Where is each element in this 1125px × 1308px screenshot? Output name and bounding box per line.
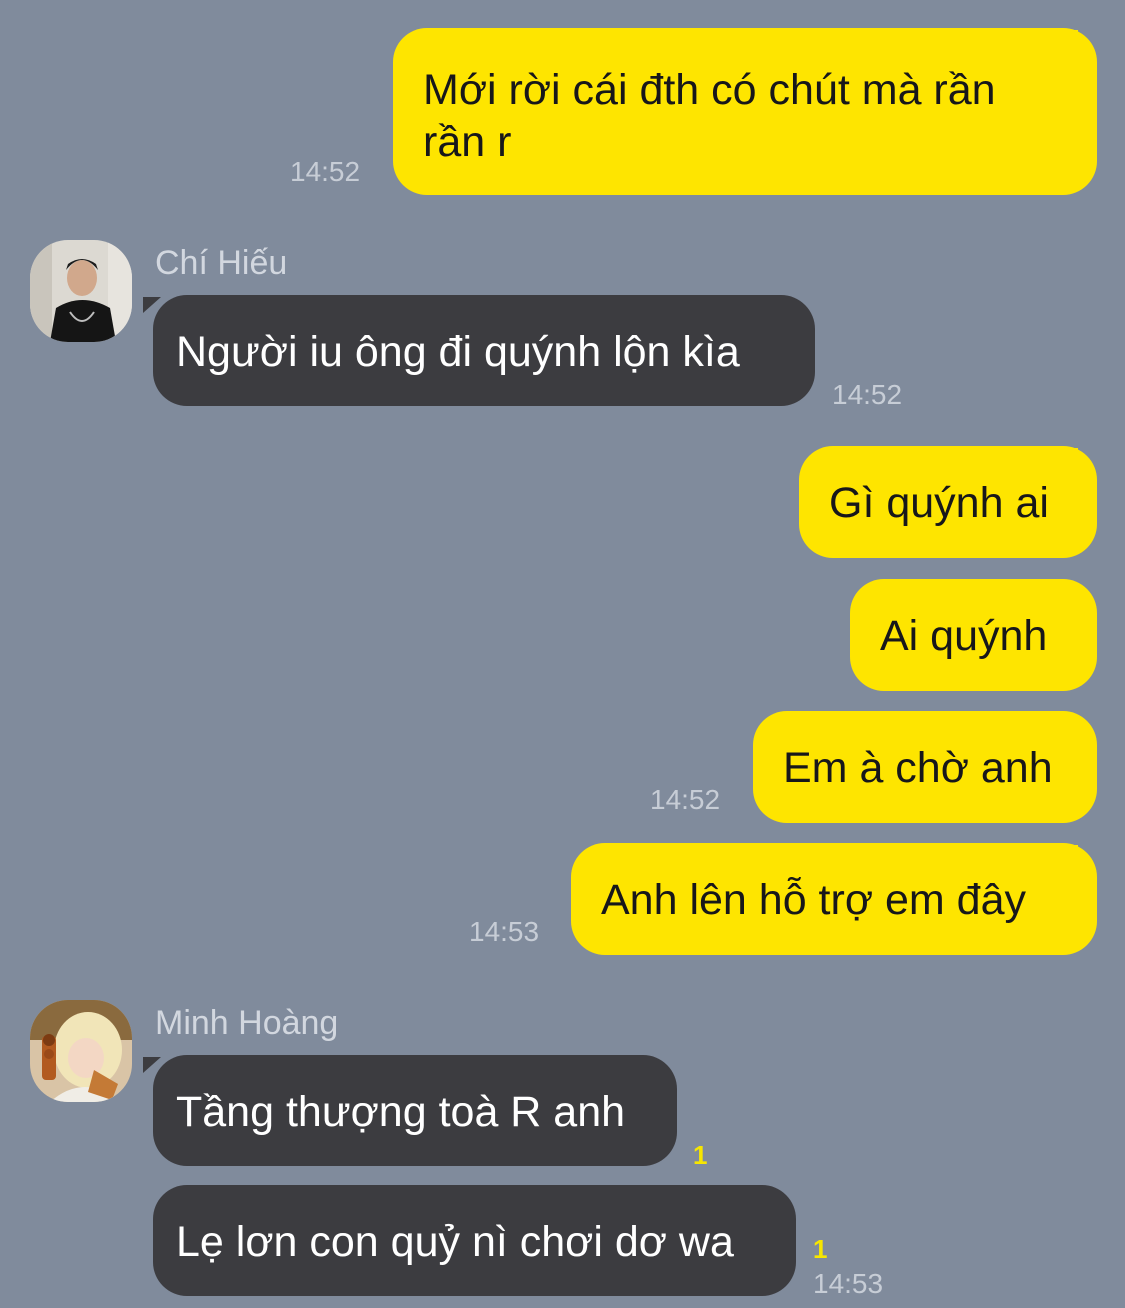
message-timestamp: 14:52 — [832, 379, 903, 410]
outgoing-message-bubble[interactable]: Gì quýnh ai — [799, 446, 1097, 558]
outgoing-message-bubble[interactable]: Ai quýnh — [850, 579, 1097, 691]
sender-name: Minh Hoàng — [155, 1004, 339, 1042]
sender-name: Chí Hiếu — [155, 244, 288, 282]
outgoing-message-bubble[interactable]: Em à chờ anh — [753, 711, 1097, 823]
message-timestamp: 14:53 — [813, 1268, 884, 1299]
incoming-message-bubble[interactable]: Tầng thượng toà R anh — [143, 1055, 677, 1166]
bubble-tail — [143, 297, 161, 313]
message-text: Tầng thượng toà R anh — [176, 1088, 626, 1136]
message-timestamp: 14:53 — [469, 916, 540, 947]
message-timestamp: 14:52 — [650, 784, 721, 815]
incoming-message-bubble[interactable]: Lẹ lơn con quỷ nì chơi dơ wa — [153, 1185, 796, 1296]
unread-count-badge: 1 — [693, 1140, 708, 1170]
message-text: Mới rời cái đth có chút mà rần rần r — [423, 66, 996, 166]
bubble-tail — [143, 1057, 161, 1073]
message-text: Em à chờ anh — [783, 744, 1053, 792]
avatar-photo-icon — [30, 1000, 132, 1102]
bubble-tail — [1062, 30, 1078, 46]
incoming-message-bubble[interactable]: Người iu ông đi quýnh lộn kìa — [143, 295, 815, 406]
bubble-tail — [1062, 845, 1078, 861]
message-text: Gì quýnh ai — [829, 479, 1049, 527]
message-text: Lẹ lơn con quỷ nì chơi dơ wa — [176, 1218, 734, 1266]
avatar-minh-hoang[interactable] — [30, 1000, 132, 1102]
outgoing-message-bubble[interactable]: Anh lên hỗ trợ em đây — [571, 843, 1097, 955]
bubble-tail — [1062, 448, 1078, 464]
avatar-photo-icon — [30, 240, 132, 342]
message-text: Người iu ông đi quýnh lộn kìa — [176, 328, 740, 376]
unread-count-badge: 1 — [813, 1234, 828, 1264]
message-text: Anh lên hỗ trợ em đây — [601, 876, 1026, 924]
message-timestamp: 14:52 — [290, 156, 361, 187]
outgoing-message-bubble[interactable]: Mới rời cái đth có chút mà rần rần r — [393, 28, 1097, 195]
message-text: Ai quýnh — [880, 612, 1048, 660]
avatar-chi-hieu[interactable] — [30, 240, 132, 342]
